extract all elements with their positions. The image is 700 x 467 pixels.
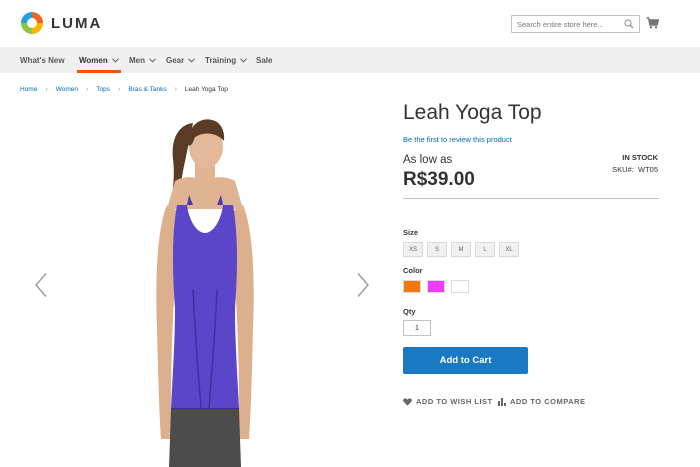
search-box [511,15,640,33]
product-gallery [20,105,380,467]
chevron-right-icon[interactable] [356,272,370,298]
price-prefix: As low as [403,154,453,166]
add-to-cart-button[interactable]: Add to Cart [403,347,528,374]
chevron-right-icon: › [85,86,89,93]
compare-label: ADD TO COMPARE [510,397,586,406]
sku-value: WT05 [637,165,658,174]
qty-label: Qty [403,307,416,316]
add-to-compare-link[interactable]: ADD TO COMPARE [498,397,585,406]
divider [403,198,659,199]
nav-item-training[interactable]: Training [205,47,247,73]
search-input[interactable] [517,17,625,31]
heart-icon [403,397,412,406]
nav-item-label: Sale [256,55,273,65]
nav-item-label: What's New [20,55,65,65]
nav-item-label: Gear [166,55,185,65]
color-label: Color [403,266,423,275]
cart-icon[interactable] [646,17,659,29]
nav-item-label: Men [129,55,145,65]
breadcrumb-current: Leah Yoga Top [184,86,228,93]
color-swatch-purple[interactable] [427,280,445,293]
product-price: R$39.00 [403,169,475,190]
add-to-wishlist-link[interactable]: ADD TO WISH LIST [403,397,493,406]
nav-item-gear[interactable]: Gear [166,47,196,73]
size-swatch-s[interactable]: S [427,242,447,257]
chevron-right-icon: › [174,86,177,93]
chevron-down-icon [149,57,156,63]
stock-status: IN STOCK [622,153,658,162]
breadcrumb: Home › Women › Tops › Bras & Tanks › Lea… [20,86,228,93]
qty-input[interactable] [403,320,431,336]
chevron-right-icon: › [45,86,48,93]
color-options [403,280,475,293]
nav-item-women[interactable]: Women [77,47,121,73]
breadcrumb-home[interactable]: Home [20,86,37,93]
review-link[interactable]: Be the first to review this product [403,135,512,144]
size-swatch-l[interactable]: L [475,242,495,257]
size-label: Size [403,228,419,237]
sku: SKU#: WT05 [612,165,658,174]
sku-label: SKU#: [612,165,634,174]
luma-logo-icon [21,12,43,34]
breadcrumb-women[interactable]: Women [56,86,78,93]
nav-item-whats-new[interactable]: What's New [20,47,65,73]
size-swatch-xl[interactable]: XL [499,242,519,257]
breadcrumb-tops[interactable]: Tops [96,86,110,93]
size-swatch-m[interactable]: M [451,242,471,257]
size-swatch-xs[interactable]: XS [403,242,423,257]
nav-item-men[interactable]: Men [129,47,156,73]
chevron-down-icon [188,57,196,63]
page-header: LUMA [0,0,700,47]
nav-item-sale[interactable]: Sale [256,47,272,73]
chevron-left-icon[interactable] [34,272,48,298]
nav-item-label: Women [79,55,108,65]
search-icon[interactable] [624,19,634,29]
compare-icon [498,397,506,406]
logo-text: LUMA [51,14,103,32]
chevron-right-icon: › [118,86,121,93]
product-title: Leah Yoga Top [403,101,542,124]
product-image [156,119,254,467]
breadcrumb-bras-tanks[interactable]: Bras & Tanks [128,86,166,93]
wishlist-label: ADD TO WISH LIST [416,397,493,406]
chevron-down-icon [240,57,247,63]
main-nav: What's New Women Men Gear Training Sale [0,47,700,73]
nav-item-label: Training [205,55,237,65]
chevron-down-icon [111,57,119,63]
logo[interactable]: LUMA [20,11,102,35]
size-options: XS S M L XL [403,242,523,257]
color-swatch-orange[interactable] [403,280,421,293]
color-swatch-white[interactable] [451,280,469,293]
